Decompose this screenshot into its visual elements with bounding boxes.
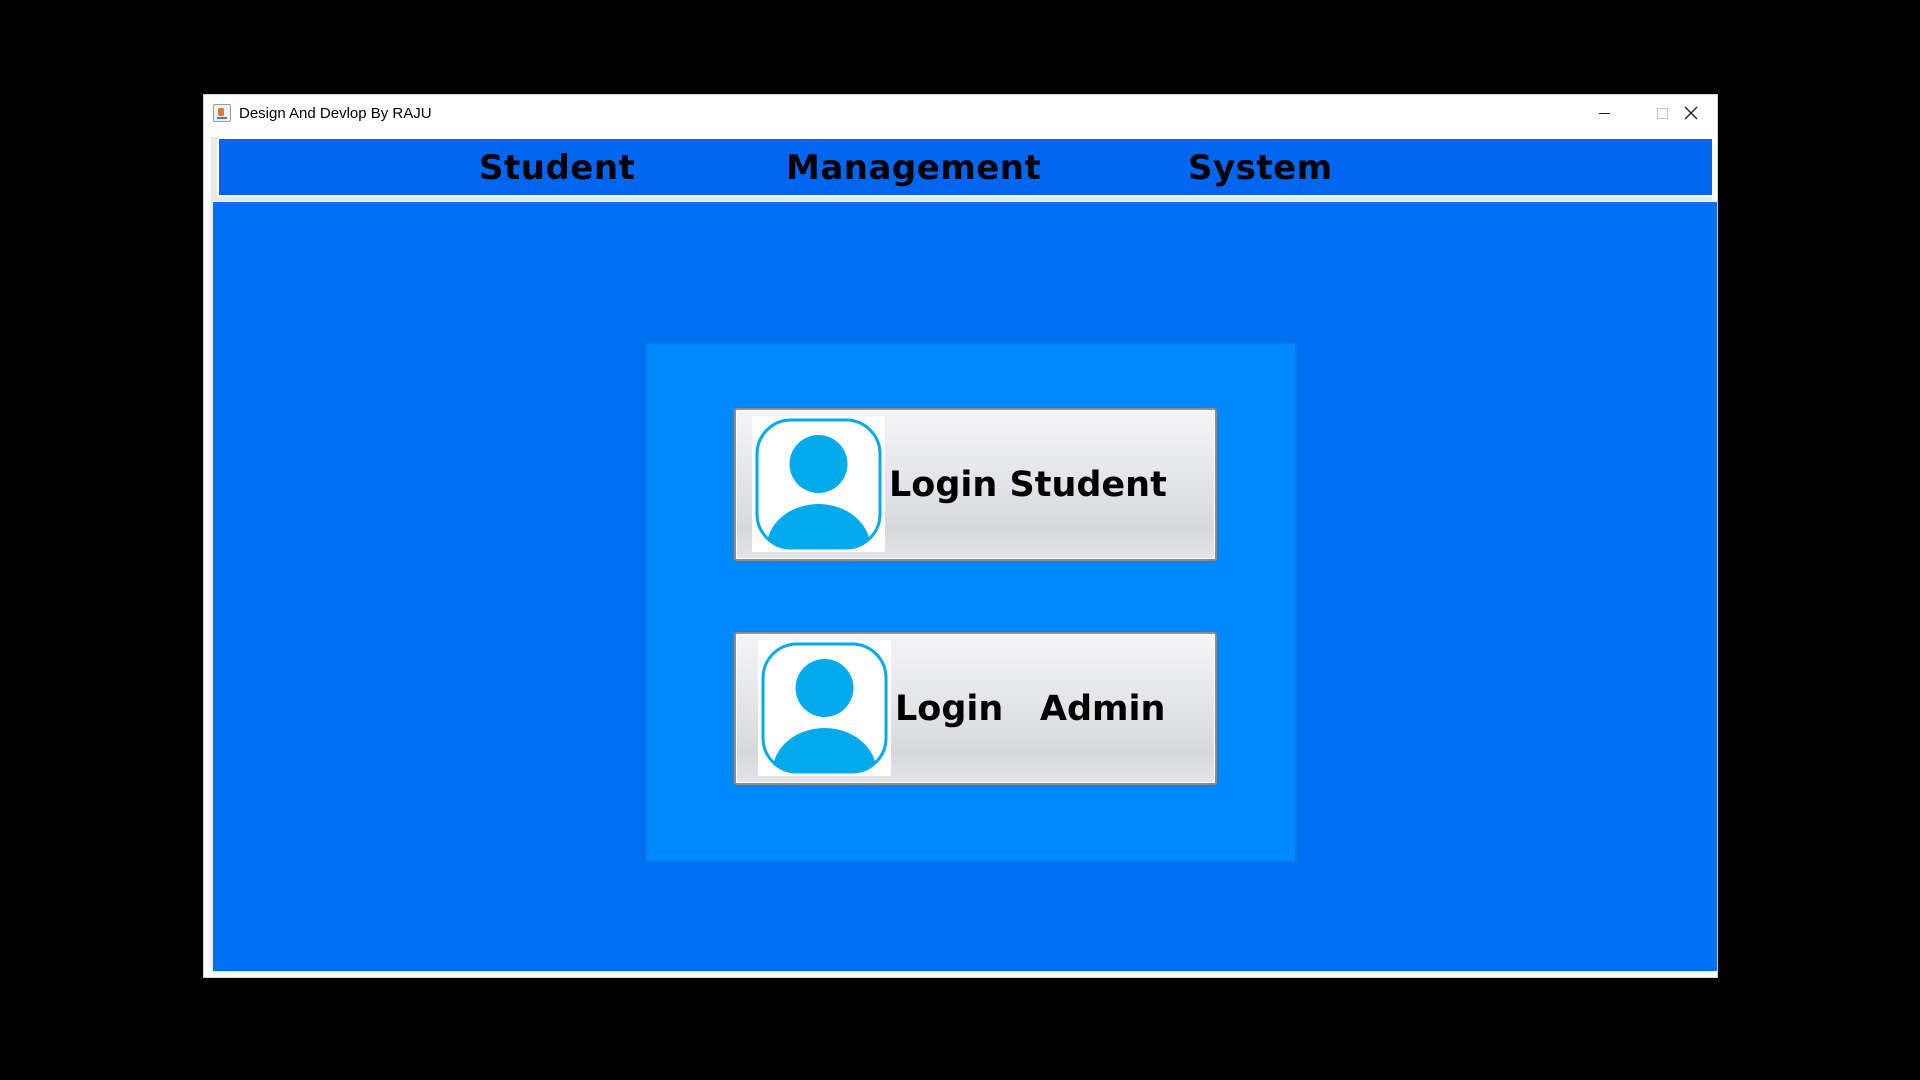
menu-item-system[interactable]: System <box>1188 148 1333 188</box>
user-avatar-icon <box>755 418 882 550</box>
close-button[interactable] <box>1662 95 1720 131</box>
login-admin-button[interactable]: Login Admin <box>734 632 1217 785</box>
login-student-button[interactable]: Login Student <box>734 408 1217 561</box>
avatar <box>758 640 891 776</box>
login-student-label: Login Student <box>889 464 1167 505</box>
main-panel: Login Student Login Admin <box>213 201 1717 971</box>
avatar <box>752 416 885 552</box>
user-avatar-icon <box>761 642 888 774</box>
title-bar[interactable]: Design And Devlop By RAJU <box>204 95 1717 131</box>
window-title: Design And Devlop By RAJU <box>239 104 432 122</box>
close-icon <box>1684 106 1698 120</box>
minimize-icon <box>1598 112 1610 114</box>
login-panel: Login Student Login Admin <box>645 342 1297 863</box>
login-admin-label: Login Admin <box>895 688 1166 729</box>
menu-item-management[interactable]: Management <box>786 148 1041 188</box>
app-window: Design And Devlop By RAJU Student Manage… <box>203 94 1718 978</box>
menu-bar: Student Management System <box>217 137 1714 197</box>
minimize-button[interactable] <box>1575 95 1633 131</box>
menu-item-student[interactable]: Student <box>479 148 635 188</box>
java-app-icon <box>213 104 231 122</box>
client-area: Student Management System Login Student … <box>211 137 1717 972</box>
